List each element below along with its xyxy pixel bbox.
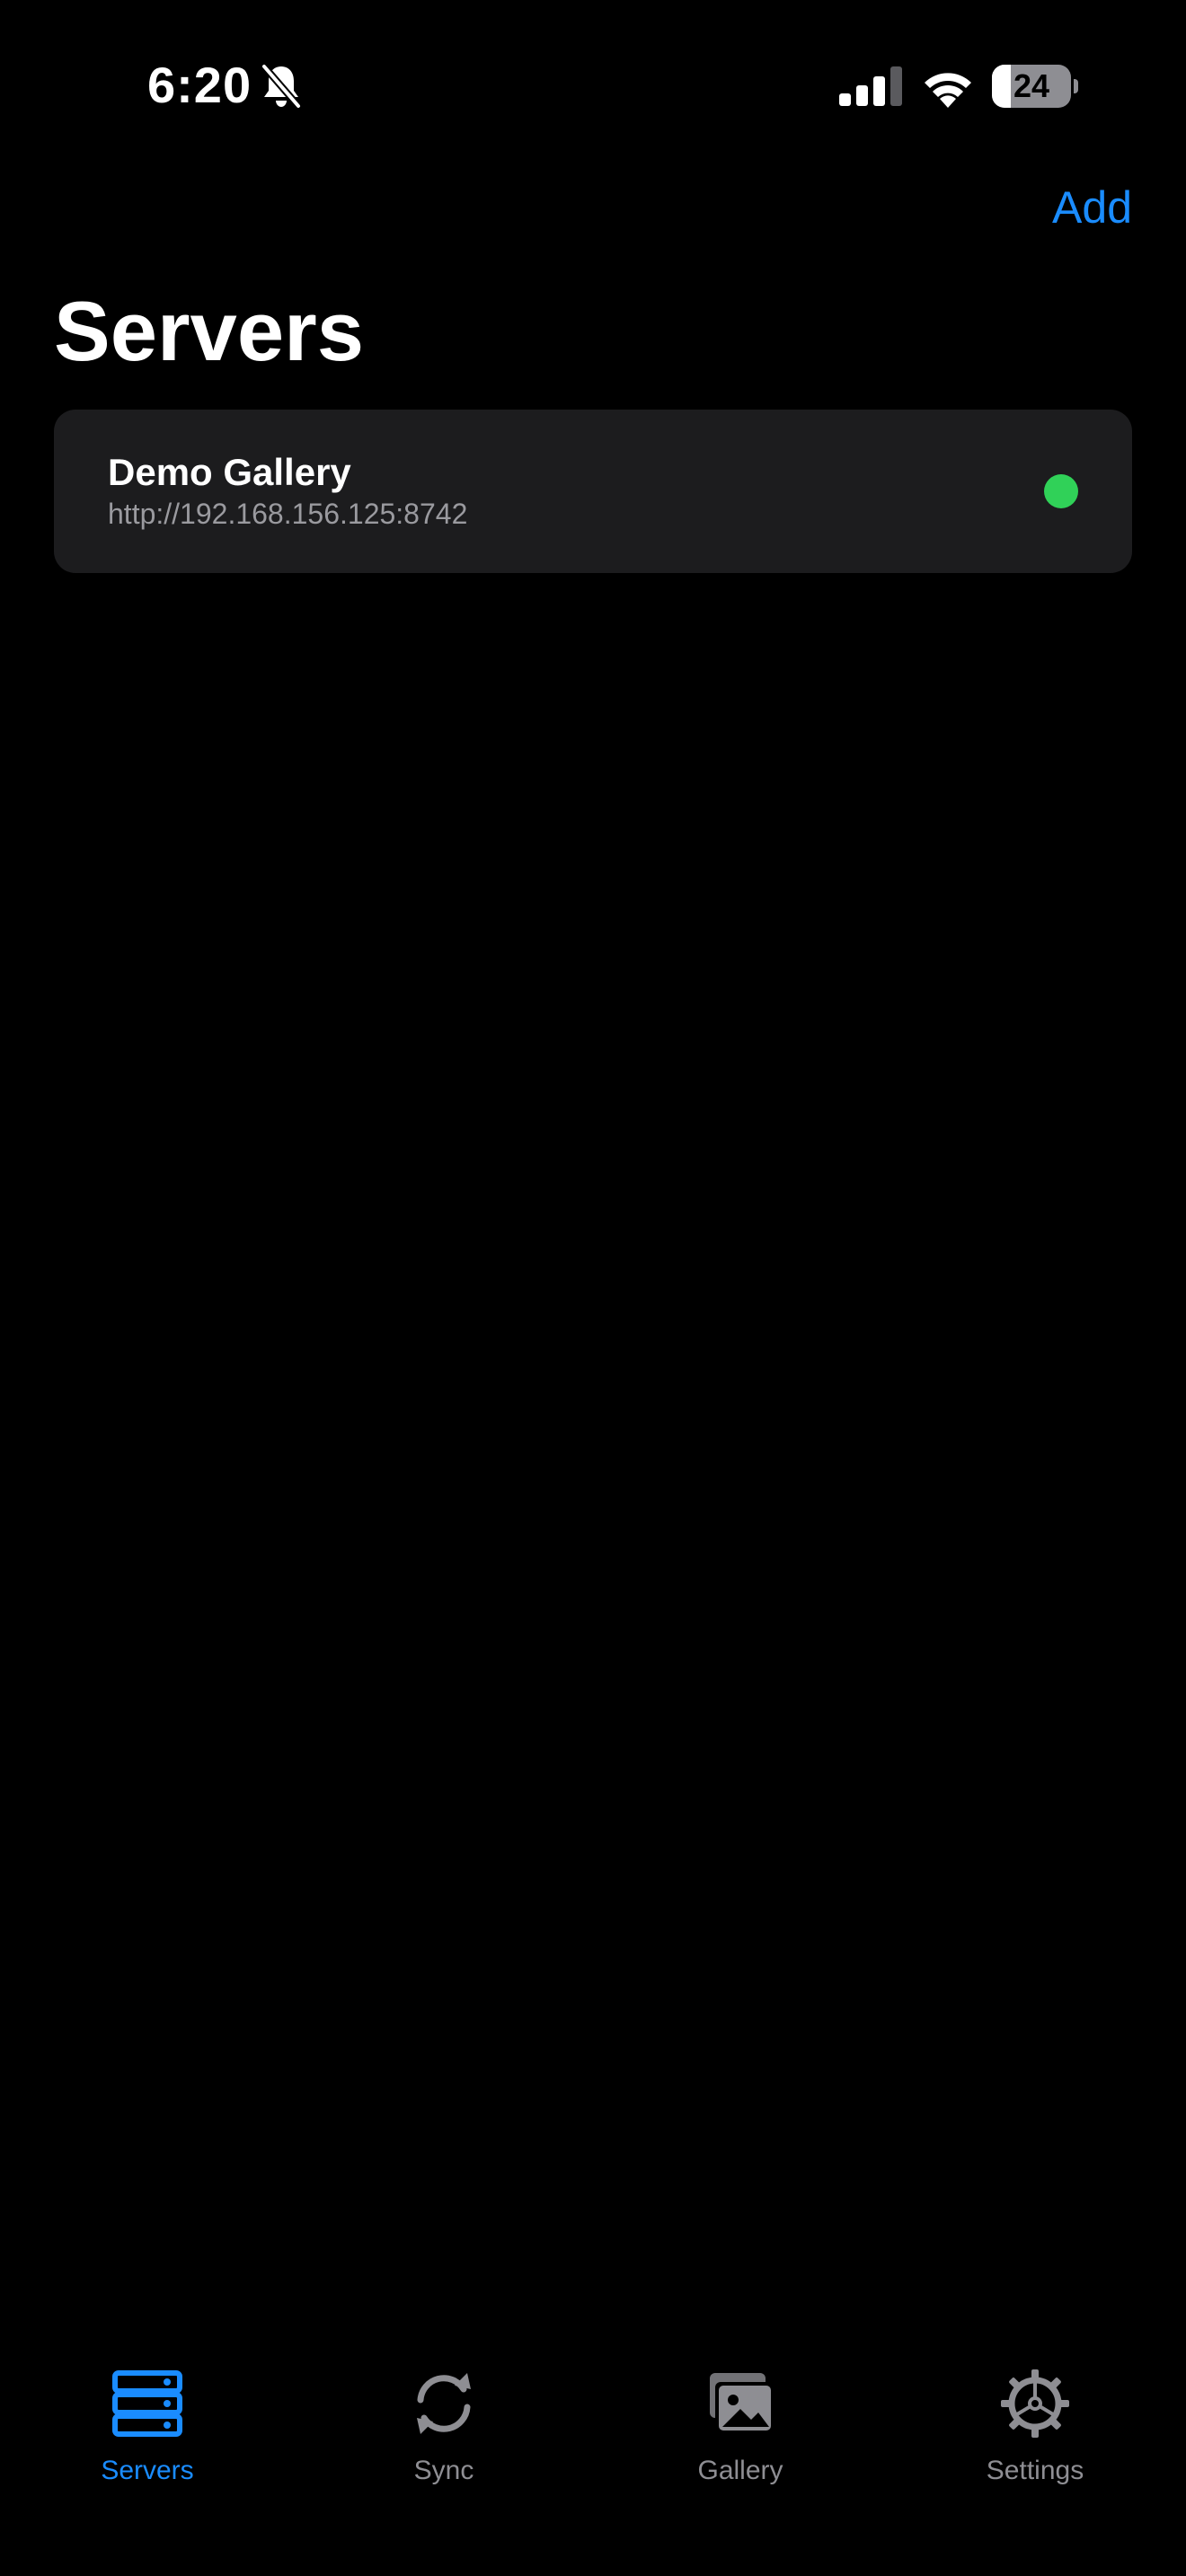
server-url: http://192.168.156.125:8742 bbox=[108, 498, 468, 530]
server-name: Demo Gallery bbox=[108, 451, 351, 493]
server-row[interactable]: Demo Gallery http://192.168.156.125:8742 bbox=[54, 410, 1132, 573]
tab-settings[interactable]: Settings bbox=[918, 2368, 1152, 2529]
tab-gallery[interactable]: Gallery bbox=[624, 2368, 857, 2529]
server-status-indicator bbox=[1044, 474, 1078, 508]
status-time: 6:20 bbox=[147, 57, 252, 113]
status-bar: 6:20 24 bbox=[0, 0, 1186, 171]
server-list: Demo Gallery http://192.168.156.125:8742 bbox=[54, 410, 1132, 573]
add-server-button[interactable]: Add bbox=[1052, 181, 1132, 234]
tab-label: Settings bbox=[986, 2456, 1084, 2485]
tab-servers[interactable]: Servers bbox=[31, 2368, 264, 2529]
bell-slash-icon bbox=[261, 63, 302, 110]
page-title: Servers bbox=[54, 284, 364, 378]
tab-label: Gallery bbox=[697, 2456, 783, 2485]
battery-icon: 24 bbox=[992, 65, 1078, 108]
tab-bar: Servers Sync Gallery Settings bbox=[0, 2335, 1186, 2576]
tab-label: Sync bbox=[413, 2456, 474, 2485]
battery-level: 24 bbox=[1013, 67, 1050, 104]
gear-icon bbox=[1001, 2369, 1069, 2438]
tab-label: Servers bbox=[101, 2456, 194, 2485]
photo-stack-icon bbox=[710, 2373, 773, 2432]
sync-arrows-icon bbox=[417, 2373, 471, 2434]
cellular-signal-icon bbox=[839, 66, 902, 106]
tab-sync[interactable]: Sync bbox=[327, 2368, 561, 2529]
server-rack-icon bbox=[112, 2370, 182, 2437]
wifi-icon bbox=[925, 73, 971, 108]
